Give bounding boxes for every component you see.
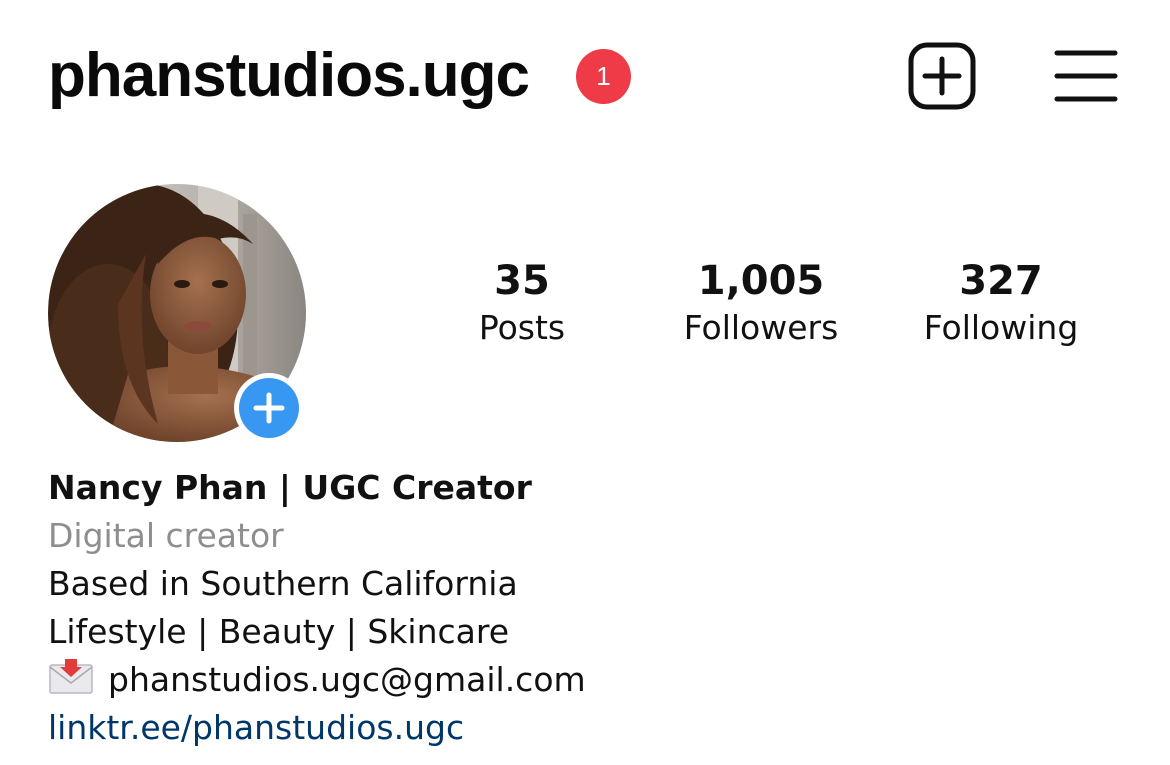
- hamburger-menu-icon: [1054, 50, 1118, 102]
- following-count: 327: [959, 258, 1043, 304]
- profile-bio: Nancy Phan | UGC Creator Digital creator…: [48, 464, 586, 752]
- bio-line: Lifestyle | Beauty | Skincare: [48, 612, 510, 651]
- posts-stat[interactable]: 35 Posts: [412, 256, 632, 350]
- plus-square-icon: [908, 42, 976, 110]
- notification-badge[interactable]: 1: [576, 49, 631, 104]
- followers-count: 1,005: [697, 258, 825, 304]
- following-stat[interactable]: 327 Following: [891, 256, 1111, 350]
- envelope-icon: [49, 659, 93, 694]
- bio-link[interactable]: linktr.ee/phanstudios.ugc: [48, 704, 586, 752]
- following-label: Following: [923, 308, 1079, 347]
- bio-email-line: phanstudios.ugc@gmail.com: [48, 656, 586, 704]
- posts-label: Posts: [478, 308, 566, 347]
- profile-username[interactable]: phanstudios.ugc: [48, 38, 530, 114]
- menu-button[interactable]: [1054, 49, 1118, 103]
- profile-category: Digital creator: [48, 516, 284, 555]
- followers-stat[interactable]: 1,005 Followers: [651, 256, 871, 350]
- display-name: Nancy Phan | UGC Creator: [48, 468, 532, 507]
- posts-count: 35: [494, 258, 550, 304]
- add-story-button[interactable]: [234, 373, 304, 443]
- bio-line: Based in Southern California: [48, 564, 518, 603]
- bio-email[interactable]: phanstudios.ugc@gmail.com: [108, 660, 586, 699]
- plus-icon: [253, 392, 285, 424]
- create-post-button[interactable]: [908, 42, 976, 110]
- followers-label: Followers: [683, 308, 839, 347]
- profile-page: phanstudios.ugc 1 35 Posts 1,005 Followe…: [0, 0, 1170, 765]
